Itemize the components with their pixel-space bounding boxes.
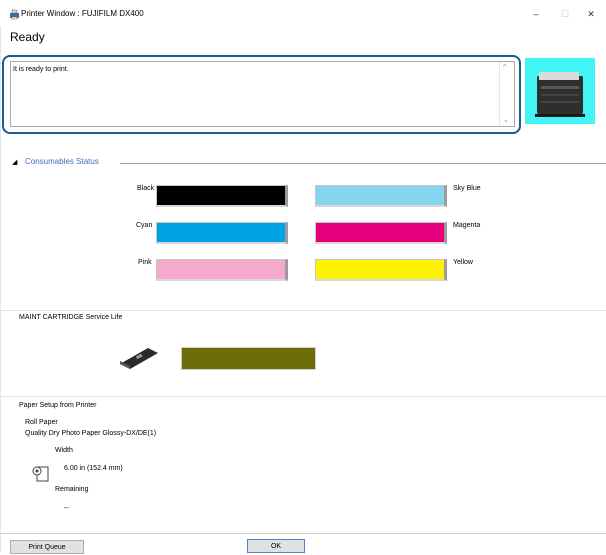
paper-width-value: 6.00 in (152.4 mm) [64, 465, 123, 472]
section-divider [0, 310, 606, 311]
printer-image [525, 58, 595, 124]
ink-label-sky-blue: Sky Blue [453, 185, 481, 192]
print-queue-button[interactable]: Print Queue [10, 540, 84, 554]
status-heading: Ready [10, 30, 45, 44]
ink-label-cyan: Cyan [136, 222, 153, 229]
paper-type: Roll Paper [25, 419, 58, 426]
scroll-up-icon[interactable]: ^ [503, 64, 506, 71]
section-divider [120, 163, 606, 164]
ink-level-magenta [315, 222, 447, 244]
ink-level-black [156, 185, 288, 207]
collapse-toggle-icon[interactable]: ◢ [12, 158, 17, 166]
ink-label-pink: Pink [138, 259, 152, 266]
scroll-down-icon[interactable]: ⌄ [503, 116, 509, 124]
ink-label-magenta: Magenta [453, 222, 481, 229]
footer-divider [0, 533, 606, 534]
maint-cartridge-icon [120, 348, 158, 369]
window-title: Printer Window : FUJIFILM DX400 [21, 9, 144, 18]
status-message-box[interactable]: It is ready to print. ^ ⌄ [10, 61, 515, 127]
ink-level-cyan [156, 222, 288, 244]
minimize-button[interactable]: – [521, 6, 551, 22]
ink-level-yellow [315, 259, 447, 281]
remaining-value: -- [64, 505, 69, 512]
message-scrollbar[interactable]: ^ ⌄ [499, 62, 514, 126]
ink-level-sky-blue [315, 185, 447, 207]
ink-level-pink [156, 259, 288, 281]
section-divider [0, 396, 606, 397]
window-border [0, 26, 1, 553]
remaining-label: Remaining [55, 486, 89, 493]
width-label: Width [55, 447, 73, 454]
ok-button[interactable]: OK [247, 539, 305, 553]
paper-setup-heading: Paper Setup from Printer [19, 402, 97, 409]
paper-name: Quality Dry Photo Paper Glossy-DX/DE(1) [25, 430, 157, 437]
ink-label-yellow: Yellow [453, 259, 473, 266]
maint-cartridge-label: MAINT CARTRIDGE Service Life [19, 314, 123, 321]
paper-roll-icon [32, 466, 49, 482]
consumables-title: Consumables Status [25, 157, 99, 166]
status-message: It is ready to print. [13, 66, 69, 73]
maint-service-life-bar [181, 347, 316, 370]
ink-label-black: Black [137, 185, 155, 192]
printer-app-icon [10, 9, 19, 20]
close-button[interactable]: ✕ [576, 6, 606, 22]
